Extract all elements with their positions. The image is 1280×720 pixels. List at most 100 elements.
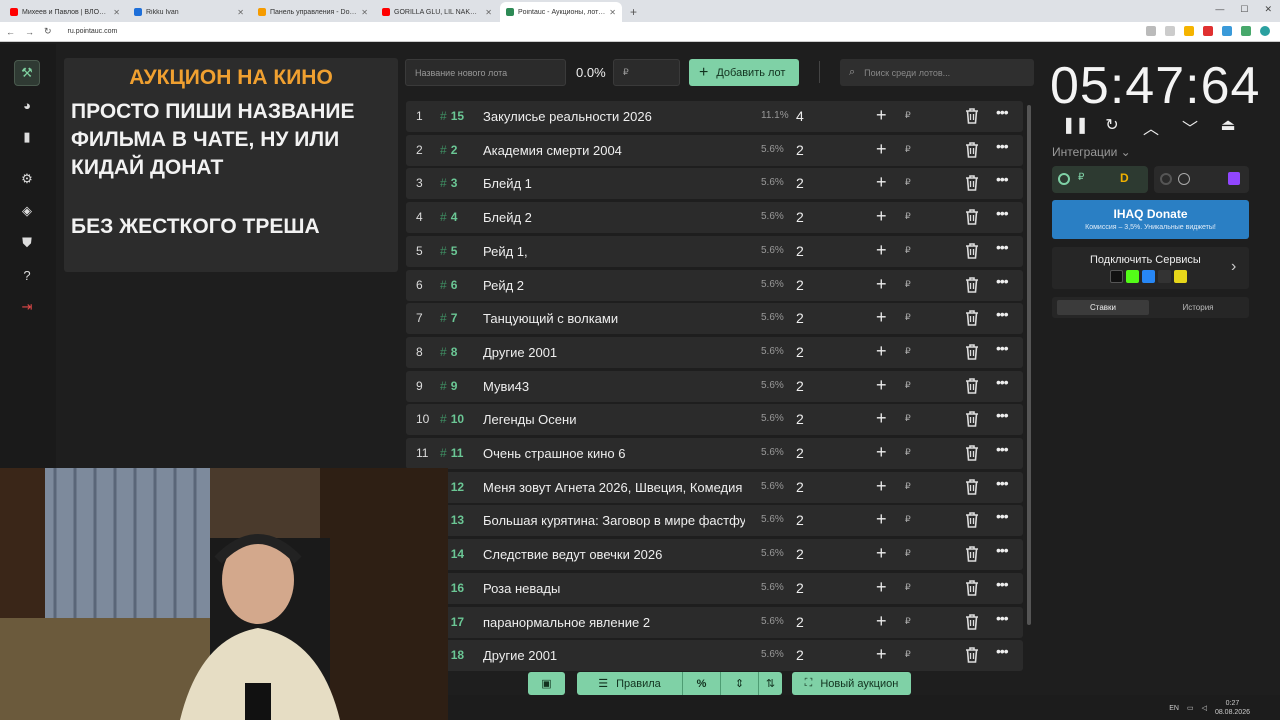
lot-name[interactable]: Академия смерти 2004 — [483, 143, 745, 158]
amount-input[interactable]: ₽ — [905, 380, 911, 391]
pause-icon[interactable]: ❚❚ — [1062, 115, 1089, 135]
lot-name[interactable]: Следствие ведут овечки 2026 — [483, 547, 745, 562]
network-icon[interactable]: ▭ — [1187, 704, 1194, 712]
bookmark-star-icon[interactable] — [1165, 26, 1175, 36]
amount-input[interactable]: ₽ — [905, 649, 911, 660]
ihaq-donate-banner[interactable]: IHAQ Donate Комиссия – 3,5%. Уникальные … — [1052, 200, 1249, 239]
auction-hammer-icon[interactable]: ⚒ — [14, 60, 40, 86]
add-amount-button[interactable]: + — [876, 307, 887, 328]
eject-icon[interactable]: ⏏ — [1217, 115, 1239, 135]
add-amount-button[interactable]: + — [876, 206, 887, 227]
amount-input[interactable]: ₽ — [905, 582, 911, 593]
lot-name[interactable]: Легенды Осени — [483, 412, 745, 427]
amount-input[interactable]: ₽ — [905, 177, 911, 188]
lot-name[interactable]: паранормальное явление 2 — [483, 615, 745, 630]
lot-row[interactable]: 9 #9 Муви43 5.6% 2 + ₽ ••• — [406, 370, 1023, 402]
amount-input[interactable]: ₽ — [905, 481, 911, 492]
amount-input[interactable]: ₽ — [905, 346, 911, 357]
lot-row[interactable]: 15#16Роза невады5.6%2+₽••• — [406, 572, 1023, 604]
add-amount-button[interactable]: + — [876, 577, 887, 598]
lot-name-input[interactable]: Название нового лота — [405, 59, 566, 86]
back-icon[interactable]: ← — [6, 27, 15, 37]
more-options-icon[interactable]: ••• — [996, 104, 1009, 120]
extension-icon[interactable] — [1222, 26, 1232, 36]
add-amount-button[interactable]: + — [876, 509, 887, 530]
integrations-toggle[interactable]: Интеграции ⌄ — [1052, 145, 1131, 159]
lot-row[interactable]: 10 #10 Легенды Осени 5.6% 2 + ₽ ••• — [406, 404, 1023, 436]
add-amount-button[interactable]: + — [876, 644, 887, 665]
lot-row[interactable]: 12#12 Меня зовут Агнета 2026, Швеция, Ко… — [406, 471, 1023, 503]
more-options-icon[interactable]: ••• — [996, 239, 1009, 255]
lot-row[interactable]: 4 #4 Блейд 2 5.6% 2 + ₽ ••• — [406, 202, 1023, 234]
amount-input[interactable]: ₽ — [905, 514, 911, 525]
extension-icon[interactable] — [1184, 26, 1194, 36]
lot-row[interactable]: 13#13 Большая курятина: Заговор в мире ф… — [406, 505, 1023, 537]
new-auction-button[interactable]: ⛶ Новый аукцион — [792, 672, 911, 695]
amount-input[interactable]: ₽ — [905, 144, 911, 155]
add-amount-button[interactable]: + — [876, 341, 887, 362]
trash-icon[interactable] — [965, 242, 979, 259]
trash-icon[interactable] — [965, 310, 979, 326]
amount-input[interactable]: ₽ — [905, 548, 911, 559]
stats-icon[interactable]: ▮ — [14, 124, 40, 150]
profile-avatar[interactable] — [1260, 26, 1270, 36]
extension-icon[interactable] — [1241, 26, 1251, 36]
gear-icon[interactable]: ⚙ — [14, 166, 40, 192]
trash-icon[interactable] — [965, 647, 979, 663]
trash-icon[interactable] — [965, 411, 979, 428]
lot-name[interactable]: Танцующий с волками — [483, 311, 745, 326]
lot-row[interactable]: 5 #5 Рейд 1, 5.6% 2 + ₽ ••• — [406, 235, 1023, 267]
add-lot-button[interactable]: + Добавить лот — [689, 59, 799, 86]
lot-row[interactable]: 2 #2 Академия смерти 2004 5.6% 2 + ₽ ••• — [406, 134, 1023, 166]
trash-icon[interactable] — [965, 141, 979, 158]
compress-button[interactable]: ⇕ — [721, 672, 759, 695]
amount-input[interactable]: ₽ — [905, 312, 911, 323]
browser-tab[interactable]: Михеев и Павлов | ВЛОГ | #8 ✕ — [4, 2, 126, 22]
tab-close-icon[interactable]: ✕ — [485, 8, 492, 17]
lot-row[interactable]: 6 #6 Рейд 2 5.6% 2 + ₽ ••• — [406, 269, 1023, 301]
lot-row[interactable]: 17#18Другие 20015.6%2+₽••• — [406, 640, 1023, 672]
amount-input[interactable]: ₽ — [905, 110, 911, 121]
extension-icon[interactable] — [1203, 26, 1213, 36]
add-amount-button[interactable]: + — [876, 105, 887, 126]
more-options-icon[interactable]: ••• — [996, 475, 1009, 491]
trash-icon[interactable] — [965, 445, 979, 461]
more-options-icon[interactable]: ••• — [996, 610, 1009, 626]
scrollbar[interactable] — [1027, 105, 1031, 625]
more-options-icon[interactable]: ••• — [996, 171, 1009, 187]
more-options-icon[interactable]: ••• — [996, 138, 1009, 154]
more-options-icon[interactable]: ••• — [996, 205, 1009, 221]
lot-row[interactable]: 14#14Следствие ведут овечки 20265.6%2+₽•… — [406, 539, 1023, 571]
forward-icon[interactable]: → — [25, 27, 34, 37]
lot-name[interactable]: Другие 2001 — [483, 345, 745, 360]
amount-input[interactable]: ₽ — [905, 413, 911, 424]
new-tab-button[interactable]: + — [624, 2, 643, 22]
integration-twitch-group[interactable] — [1154, 166, 1249, 193]
lot-row[interactable]: 1 #15 Закулисье реальности 2026 11.1% 4 + ₽ ••• — [406, 101, 1023, 132]
add-amount-button[interactable]: + — [876, 240, 887, 261]
lot-row[interactable]: 8 #8 Другие 2001 5.6% 2 + ₽ ••• — [406, 336, 1023, 368]
reload-icon[interactable]: ↻ — [44, 26, 52, 37]
more-options-icon[interactable]: ••• — [996, 542, 1009, 558]
url-field[interactable]: ru.pointauc.com — [68, 28, 118, 35]
add-amount-button[interactable]: + — [876, 543, 887, 564]
add-amount-button[interactable]: + — [876, 476, 887, 497]
more-options-icon[interactable]: ••• — [996, 374, 1009, 390]
volume-icon[interactable]: ◁ — [1202, 704, 1207, 712]
lot-name[interactable]: Другие 2001 — [483, 648, 745, 663]
more-options-icon[interactable]: ••• — [996, 340, 1009, 356]
lot-name[interactable]: Закулисье реальности 2026 — [483, 109, 745, 124]
lot-name[interactable]: Рейд 1, — [483, 244, 745, 259]
shield-icon[interactable]: ⛊ — [14, 230, 40, 256]
maximize-icon[interactable]: ☐ — [1240, 4, 1248, 15]
chevron-down-icon[interactable]: ﹀ — [1179, 115, 1201, 138]
language-indicator[interactable]: EN — [1169, 705, 1179, 712]
close-icon[interactable]: ✕ — [1264, 4, 1272, 15]
lot-name[interactable]: Блейд 2 — [483, 210, 745, 225]
browser-tab[interactable]: GORILLA GLU, LIL NAKUR - Sc ✕ — [376, 2, 498, 22]
sort-button[interactable]: ⇅ — [759, 672, 782, 695]
add-amount-button[interactable]: + — [876, 274, 887, 295]
help-icon[interactable]: ? — [14, 262, 40, 288]
lot-name[interactable]: Рейд 2 — [483, 278, 745, 293]
lot-name[interactable]: Блейд 1 — [483, 176, 745, 191]
